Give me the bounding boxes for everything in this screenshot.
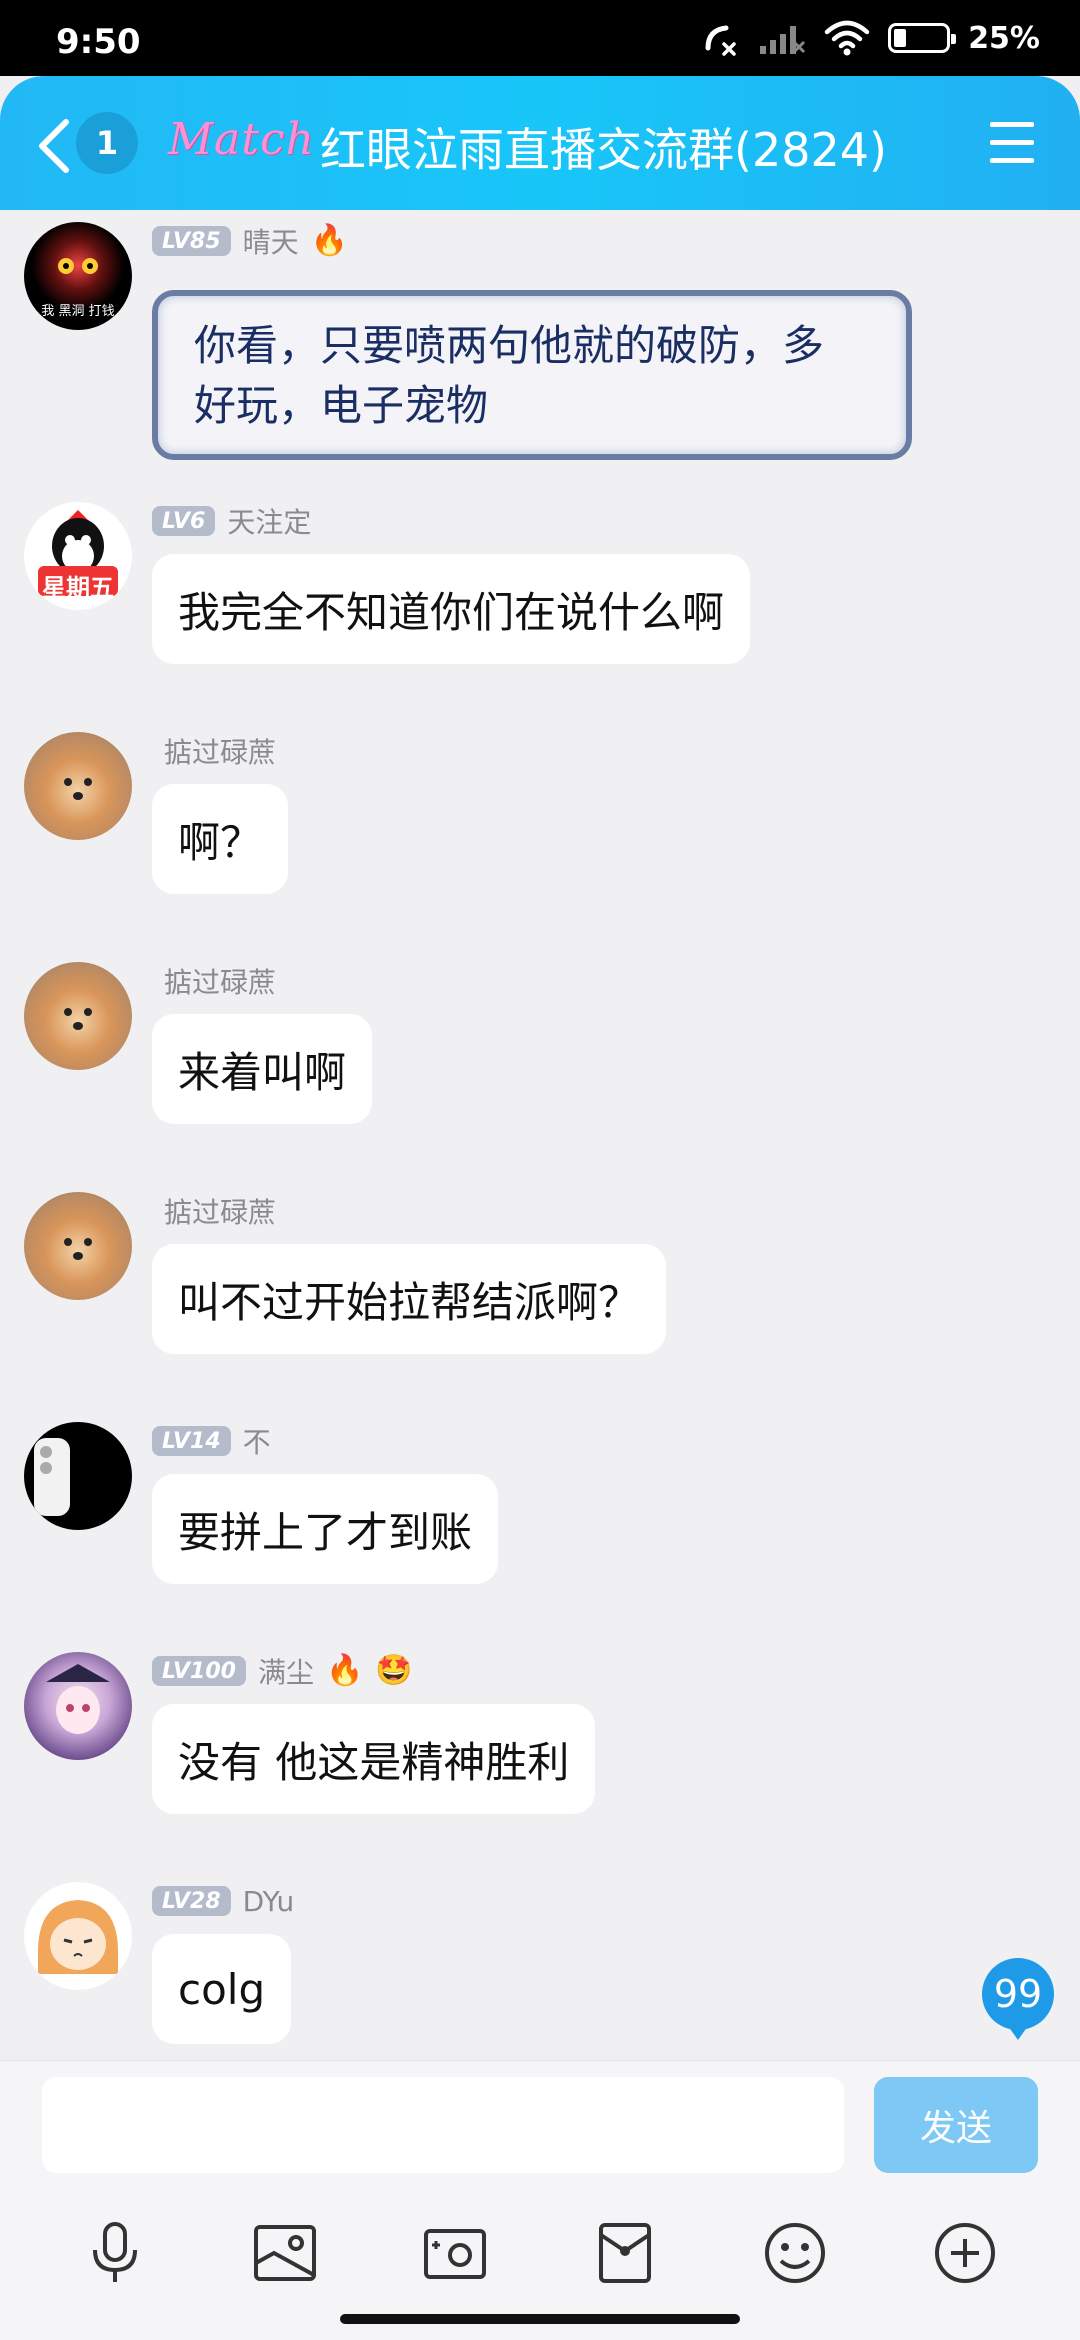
star-face-icon: 🤩 <box>375 1653 413 1688</box>
fire-icon: 🔥 <box>325 1653 364 1688</box>
dog-avatar-icon <box>64 778 92 800</box>
menu-button[interactable] <box>984 116 1040 172</box>
level-badge: LV100 <box>152 1656 246 1686</box>
sender-name[interactable]: 晴天 <box>243 221 299 261</box>
new-messages-badge[interactable]: 99 <box>982 1958 1054 2040</box>
group-title[interactable]: 红眼泣雨直播交流群(2824) <box>320 114 887 180</box>
level-badge: LV14 <box>152 1426 231 1456</box>
message-bubble[interactable]: 来着叫啊 <box>152 1014 373 1124</box>
microphone-icon <box>93 2222 137 2282</box>
more-button[interactable] <box>925 2213 1005 2293</box>
input-toolbar <box>0 2213 1080 2293</box>
avatar[interactable] <box>24 962 132 1070</box>
message-meta: LV6 天注定 <box>152 501 311 541</box>
message-bubble-scroll[interactable]: 你看，只要喷两句他就的破防，多 好玩，电子宠物 <box>152 290 912 460</box>
image-button[interactable] <box>245 2213 325 2293</box>
emoji-button[interactable] <box>755 2213 835 2293</box>
avatar[interactable] <box>24 1422 132 1530</box>
message-bubble[interactable]: 要拼上了才到账 <box>152 1474 499 1584</box>
message-meta: LV100 满尘 🔥 🤩 <box>152 1651 413 1691</box>
avatar[interactable] <box>24 1192 132 1300</box>
message-bubble[interactable]: 我完全不知道你们在说什么啊 <box>152 554 751 664</box>
message-meta: 掂过碌蔗 <box>152 1191 276 1231</box>
message-bubble[interactable]: 叫不过开始拉帮结派啊？ <box>152 1244 667 1354</box>
avatar[interactable] <box>24 1652 132 1760</box>
sender-name[interactable]: 不 <box>243 1421 271 1461</box>
phone-avatar-icon <box>34 1438 70 1516</box>
plus-icon <box>935 2223 995 2283</box>
wifi-icon <box>824 20 870 56</box>
chat-header: 1 Match 红眼泣雨直播交流群(2824) <box>0 76 1080 210</box>
avatar[interactable]: 我 黑洞 打钱 <box>24 222 132 330</box>
message-meta: 掂过碌蔗 <box>152 961 276 1001</box>
fire-icon: 🔥 <box>310 223 349 258</box>
dog-avatar-icon <box>64 1008 92 1030</box>
message-meta: LV28 DYu <box>152 1884 294 1918</box>
sender-name[interactable]: 掂过碌蔗 <box>164 961 276 1001</box>
message-bubble[interactable]: 啊？ <box>152 784 289 894</box>
home-indicator[interactable] <box>340 2314 740 2324</box>
voice-button[interactable] <box>75 2213 155 2293</box>
message-text-line: 好玩，电子宠物 <box>194 381 489 430</box>
camera-button[interactable] <box>415 2213 495 2293</box>
sender-name[interactable]: 满尘 <box>258 1651 314 1691</box>
back-chevron-icon <box>39 119 69 173</box>
message-meta: LV85 晴天 🔥 <box>152 221 349 261</box>
avatar[interactable] <box>24 732 132 840</box>
input-area: 发送 <box>0 2060 1080 2340</box>
sender-name[interactable]: 掂过碌蔗 <box>164 1191 276 1231</box>
cartoon-girl-avatar-icon <box>38 1900 118 1974</box>
send-button[interactable]: 发送 <box>874 2077 1038 2173</box>
signal-icon <box>760 26 806 54</box>
red-packet-button[interactable] <box>585 2213 665 2293</box>
sender-name[interactable]: 天注定 <box>227 501 311 541</box>
status-time: 9:50 <box>56 22 141 62</box>
call-muted-icon <box>705 25 736 56</box>
message-text-line: 你看，只要喷两句他就的破防，多 <box>194 321 825 370</box>
dog-avatar-icon <box>64 1238 92 1260</box>
sender-name[interactable]: 掂过碌蔗 <box>164 731 276 771</box>
level-badge: LV85 <box>152 226 231 256</box>
message-input[interactable] <box>42 2077 844 2173</box>
status-icons: 25% <box>700 18 1040 58</box>
emoji-icon <box>765 2223 825 2283</box>
avatar-caption: 我 黑洞 打钱 <box>41 304 115 319</box>
message-meta: 掂过碌蔗 <box>152 731 276 771</box>
sender-name[interactable]: DYu <box>243 1885 295 1918</box>
battery-icon <box>888 23 957 53</box>
message-meta: LV14 不 <box>152 1421 271 1461</box>
battery-percent: 25% <box>968 20 1040 56</box>
avatar[interactable] <box>24 1882 132 1990</box>
message-bubble[interactable]: colg <box>152 1934 292 2044</box>
battery-level <box>894 29 907 47</box>
unread-count-badge: 1 <box>76 112 138 174</box>
chat-message-list[interactable]: 我 黑洞 打钱 LV85 晴天 🔥 你看，只要喷两句他就的破防，多 好玩，电子宠… <box>0 210 1080 2060</box>
avatar[interactable]: 星期五 <box>24 502 132 610</box>
red-packet-icon <box>599 2223 651 2283</box>
level-badge: LV28 <box>152 1886 231 1916</box>
match-logo: Match <box>168 114 315 165</box>
back-button[interactable]: 1 <box>30 108 150 178</box>
avatar-caption: 星期五 <box>42 574 114 602</box>
image-icon <box>254 2225 316 2281</box>
message-bubble[interactable]: 没有 他这是精神胜利 <box>152 1704 596 1814</box>
anime-girl-avatar-icon <box>46 1664 110 1734</box>
camera-icon <box>424 2229 486 2279</box>
status-bar: 9:50 25% <box>0 0 1080 76</box>
level-badge: LV6 <box>152 506 216 536</box>
